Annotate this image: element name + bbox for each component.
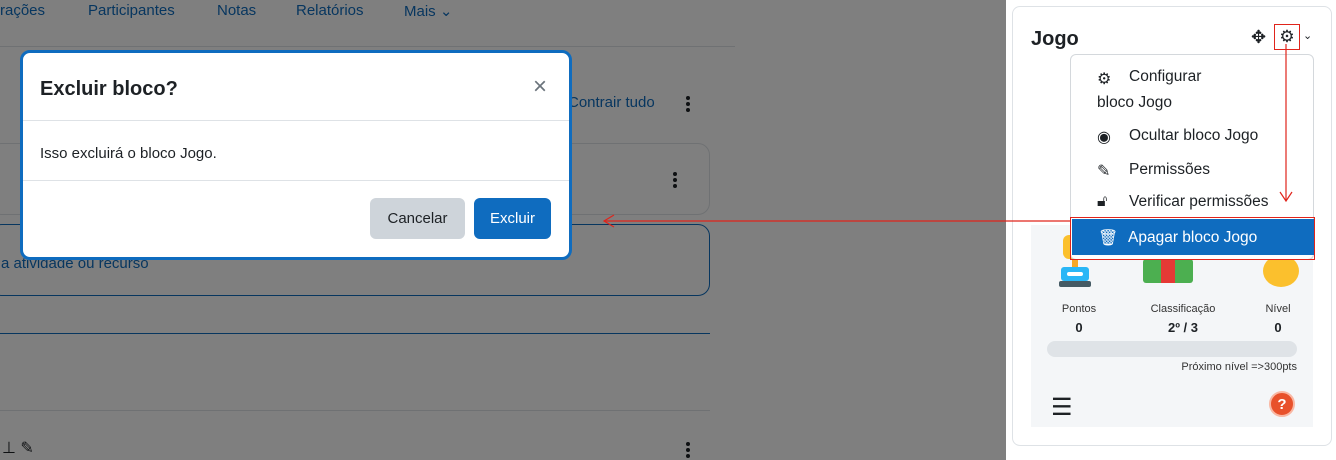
gear-icon: ⚙ (1097, 71, 1112, 88)
stat-label: Pontos (1061, 303, 1097, 315)
move-icon[interactable]: ✥ (1251, 27, 1266, 48)
unlock-icon: 🔓︎ (1097, 193, 1108, 210)
dialog-title: Excluir bloco? (40, 78, 178, 100)
confirm-delete-button[interactable]: Excluir (474, 198, 551, 239)
menu-item-check-permissions[interactable]: 🔓︎ Verificar permissões (1097, 193, 1269, 211)
stat-label: Nível (1265, 303, 1291, 315)
annotation-highlight-box (1070, 217, 1315, 260)
delete-block-dialog: Excluir bloco? × Isso excluirá o bloco J… (20, 50, 572, 260)
stat-value: 0 (1075, 320, 1083, 335)
cancel-button[interactable]: Cancelar (370, 198, 465, 239)
menu-item-label: Ocultar bloco Jogo (1129, 127, 1259, 144)
dialog-footer-divider (23, 180, 569, 181)
stat-label: Classificação (1150, 303, 1216, 315)
level-progress-bar (1047, 341, 1297, 357)
stat-ranking: Classificação 2º / 3 (1131, 303, 1235, 335)
close-icon[interactable]: × (533, 75, 547, 99)
ranked-list-icon[interactable]: ☰ (1051, 393, 1073, 422)
edit-icon: ✎ (1097, 163, 1111, 180)
menu-item-permissions[interactable]: ✎ Permissões (1097, 161, 1210, 180)
stat-points: Pontos 0 (1049, 303, 1109, 335)
stat-value: 0 (1274, 320, 1282, 335)
block-title: Jogo (1031, 28, 1079, 50)
help-icon[interactable]: ? (1269, 391, 1295, 417)
dialog-header-divider (23, 120, 569, 121)
menu-item-label: Verificar permissões (1129, 193, 1269, 210)
menu-item-label: Configurar bloco Jogo (1097, 68, 1202, 111)
next-level-text: Próximo nível =>300pts (1181, 361, 1297, 373)
chevron-down-icon[interactable]: ⌄ (1303, 29, 1312, 42)
menu-item-label: Permissões (1129, 161, 1210, 178)
block-actions-gear-icon[interactable]: ⚙ (1274, 24, 1300, 50)
dialog-message: Isso excluirá o bloco Jogo. (40, 145, 217, 162)
eye-icon: ◉ (1097, 129, 1111, 146)
menu-item-hide[interactable]: ◉ Ocultar bloco Jogo (1097, 127, 1259, 146)
stat-level: Nível 0 (1253, 303, 1303, 335)
stat-value: 2º / 3 (1167, 320, 1199, 335)
ranking-icon (1143, 259, 1193, 283)
menu-item-configure[interactable]: ⚙ Configurar bloco Jogo (1097, 68, 1237, 116)
